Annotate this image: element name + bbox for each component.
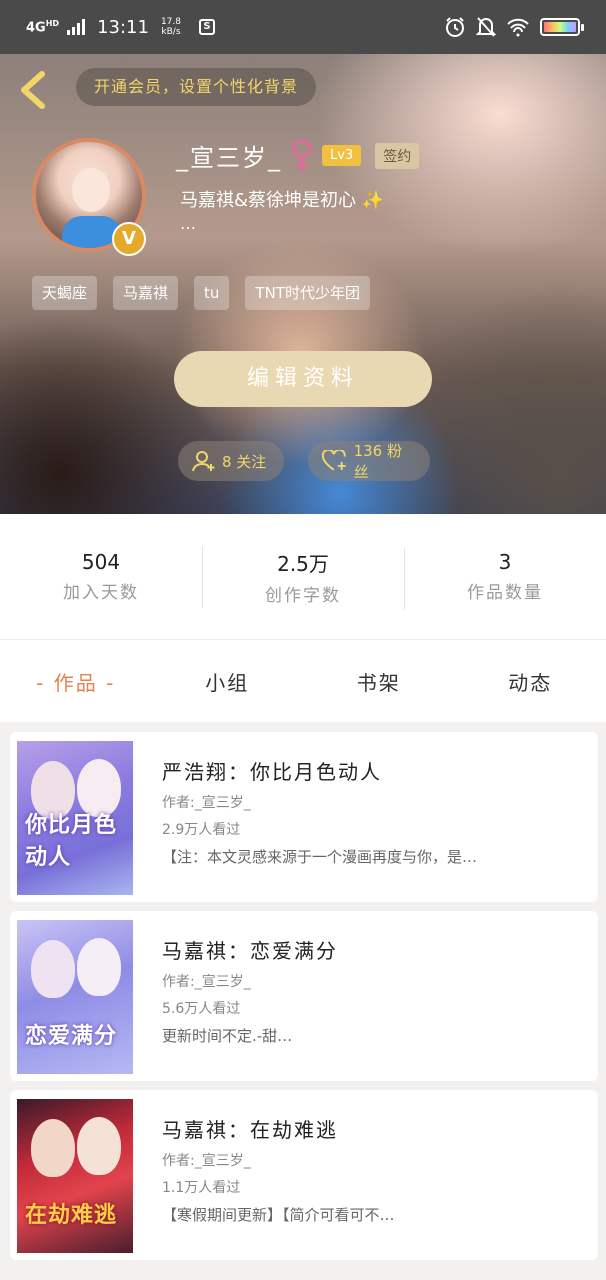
tab-works[interactable]: - 作品 - xyxy=(0,667,152,696)
bio: 马嘉祺&蔡徐坤是初心 ✨ xyxy=(180,190,385,211)
stat-label: 加入天数 xyxy=(63,583,139,603)
work-title: 马嘉祺：恋爱满分 xyxy=(162,939,338,963)
book-cover[interactable]: 在劫难逃 xyxy=(17,1099,133,1253)
clock: 13:11 xyxy=(97,16,149,38)
status-right xyxy=(444,16,584,38)
work-title: 严浩翔：你比月色动人 xyxy=(162,760,382,784)
signal-icon xyxy=(67,19,86,35)
tag-item[interactable]: 天蝎座 xyxy=(32,276,98,310)
stat-value: 3 xyxy=(498,550,512,574)
cover-figure xyxy=(31,1119,75,1177)
wifi-icon xyxy=(507,18,529,37)
stat-label: 作品数量 xyxy=(467,583,543,603)
profile-tabs: - 作品 - 小组 书架 动态 xyxy=(0,640,606,722)
tag-item[interactable]: 马嘉祺 xyxy=(113,276,179,310)
work-views: 2.9万人看过 xyxy=(162,822,241,838)
add-user-icon xyxy=(192,451,215,472)
work-views: 1.1万人看过 xyxy=(162,1180,241,1196)
work-views: 5.6万人看过 xyxy=(162,1001,241,1017)
following-count: 8 关注 xyxy=(222,452,267,471)
stat-value: 504 xyxy=(81,550,121,574)
app-notification-icon: S xyxy=(198,19,215,35)
work-description: 【注：本文灵感来源于一个漫画再度与你，是… xyxy=(162,848,478,866)
work-author: 作者:_宣三岁_ xyxy=(162,795,251,811)
network-type: 4G xyxy=(26,20,46,36)
speed-unit: kB/s xyxy=(161,27,181,37)
signed-badge: 签约 xyxy=(375,142,420,169)
stat-label: 创作字数 xyxy=(265,585,341,606)
book-cover[interactable]: 恋爱满分 xyxy=(17,920,133,1074)
status-left: 4GHD 13:11 17.8 kB/s S xyxy=(26,17,215,38)
profile-tags: 天蝎座 马嘉祺 tu TNT时代少年团 xyxy=(32,276,370,310)
work-description: 【寒假期间更新】【简介可看可不… xyxy=(162,1206,395,1224)
cover-title: 在劫难逃 xyxy=(25,1203,118,1228)
mute-bell-icon xyxy=(476,17,496,37)
stat-word-count: 2.5万 创作字数 xyxy=(202,545,404,608)
cover-figure xyxy=(77,1117,121,1175)
work-title: 马嘉祺：在劫难逃 xyxy=(162,1118,338,1142)
status-bar: 4GHD 13:11 17.8 kB/s S xyxy=(0,0,606,54)
network-indicator: 4GHD xyxy=(26,18,60,36)
alarm-icon xyxy=(446,17,464,37)
speed-value: 17.8 xyxy=(160,17,181,27)
avatar-face xyxy=(72,168,110,212)
fans-button[interactable]: 136 粉丝 xyxy=(308,441,430,481)
back-arrow-icon[interactable] xyxy=(14,68,54,112)
stat-join-days: 504 加入天数 xyxy=(0,550,202,603)
tag-item[interactable]: tu xyxy=(194,276,230,310)
cover-figure xyxy=(31,940,75,998)
work-card[interactable]: 你比月色动人 严浩翔：你比月色动人 作者:_宣三岁_ 2.9万人看过 【注：本文… xyxy=(10,732,598,902)
battery-icon xyxy=(540,18,584,36)
level-badge: Lv3 xyxy=(322,145,362,166)
work-card[interactable]: 恋爱满分 马嘉祺：恋爱满分 作者:_宣三岁_ 5.6万人看过 更新时间不定.-甜… xyxy=(10,911,598,1081)
network-speed: 17.8 kB/s xyxy=(161,17,181,37)
work-author: 作者:_宣三岁_ xyxy=(162,974,251,990)
cover-title: 你比月色动人 xyxy=(25,813,118,870)
work-card[interactable]: 在劫难逃 马嘉祺：在劫难逃 作者:_宣三岁_ 1.1万人看过 【寒假期间更新】【… xyxy=(10,1090,598,1260)
stat-value: 2.5万 xyxy=(277,551,329,576)
username: _宣三岁_ xyxy=(176,144,282,172)
tag-item[interactable]: TNT时代少年团 xyxy=(245,276,370,310)
edit-profile-button[interactable]: 编辑资料 xyxy=(174,351,432,407)
tab-groups[interactable]: 小组 xyxy=(152,667,304,696)
tab-activity[interactable]: 动态 xyxy=(455,667,606,696)
stat-works-count: 3 作品数量 xyxy=(404,548,606,610)
bio-more[interactable]: … xyxy=(180,214,196,233)
works-list: 你比月色动人 严浩翔：你比月色动人 作者:_宣三岁_ 2.9万人看过 【注：本文… xyxy=(10,732,598,1269)
following-button[interactable]: 8 关注 xyxy=(178,441,284,481)
profile-header: 开通会员，设置个性化背景 V _宣三岁_ Lv3 签约 马嘉祺&蔡徐坤是初心 ✨… xyxy=(0,54,606,514)
vip-background-prompt[interactable]: 开通会员，设置个性化背景 xyxy=(76,68,317,106)
cover-title: 恋爱满分 xyxy=(25,1024,118,1049)
fans-count: 136 粉丝 xyxy=(353,442,402,481)
verified-badge: V xyxy=(112,222,146,256)
cover-figure xyxy=(77,938,121,996)
network-hd: HD xyxy=(45,18,60,28)
stats-bar: 504 加入天数 2.5万 创作字数 3 作品数量 xyxy=(0,514,606,640)
work-author: 作者:_宣三岁_ xyxy=(162,1153,251,1169)
tab-bookshelf[interactable]: 书架 xyxy=(303,667,455,696)
heart-plus-icon xyxy=(322,450,346,471)
work-description: 更新时间不定.-甜… xyxy=(162,1027,293,1045)
female-gender-icon xyxy=(292,139,312,171)
username-row: _宣三岁_ Lv3 签约 xyxy=(176,138,420,173)
book-cover[interactable]: 你比月色动人 xyxy=(17,741,133,895)
